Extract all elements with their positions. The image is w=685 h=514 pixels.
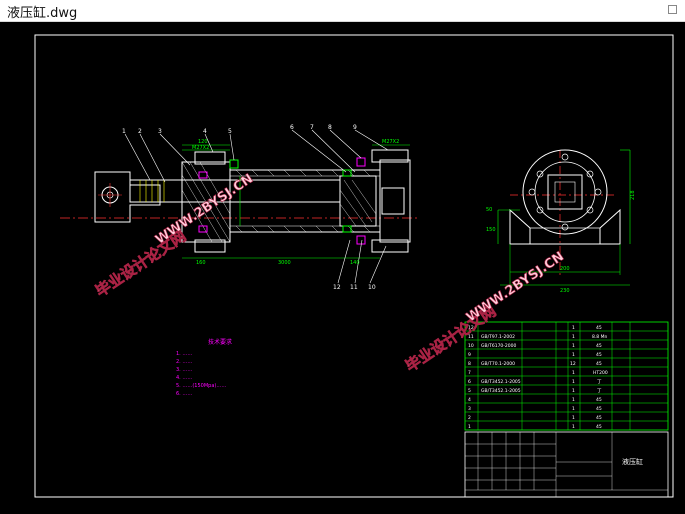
part-label-12: 12 <box>333 284 341 291</box>
part-label-8: 8 <box>328 124 332 131</box>
bom-no: 2 <box>468 415 471 421</box>
bom-material: 丁 <box>597 379 602 385</box>
window-titlebar: 液压缸.dwg <box>0 0 685 22</box>
bom-qty: 1 <box>572 343 575 349</box>
part-label-5: 5 <box>228 128 232 135</box>
bom-qty: 1 <box>572 334 575 340</box>
bom-no: 10 <box>468 343 474 349</box>
bom-no: 7 <box>468 370 471 376</box>
bom-qty: 1 <box>572 379 575 385</box>
bom-material: 45 <box>596 406 602 412</box>
bom-material: 45 <box>596 361 602 367</box>
part-label-4: 4 <box>203 128 207 135</box>
dim-right-view-w1: 200 <box>560 266 570 272</box>
bom-qty: 1 <box>572 415 575 421</box>
bom-code: GB/T6170-2000 <box>481 343 517 349</box>
dim-right-view-w2: 230 <box>560 288 570 294</box>
bom-no: 5 <box>468 388 471 394</box>
bom-qty: 1 <box>572 397 575 403</box>
bom-code: GB/T70.1-2000 <box>481 361 515 367</box>
note-line-3: 3. …… <box>176 367 192 373</box>
bom-code: GB/T97.1-2002 <box>481 334 515 340</box>
bom-qty: 1 <box>572 325 575 331</box>
bom-no: 8 <box>468 361 471 367</box>
bom-material: 45 <box>596 352 602 358</box>
maximize-icon[interactable] <box>668 5 677 14</box>
bom-qty: 1 <box>572 370 575 376</box>
part-label-9: 9 <box>353 124 357 131</box>
part-label-3: 3 <box>158 128 162 135</box>
cad-drawing: 1 2 3 4 5 6 7 8 9 10 11 12 120 M27X2 M27… <box>34 34 674 498</box>
bom-material: 丁 <box>597 388 602 394</box>
bom-qty: 1 <box>572 352 575 358</box>
bom-material: 45 <box>596 325 602 331</box>
part-label-11: 11 <box>350 284 358 291</box>
note-line-2: 2. …… <box>176 359 192 365</box>
bom-code: GB/T3452.1-2005 <box>481 388 521 394</box>
watermark-4: WWW.2BYSJ.CN <box>464 249 568 326</box>
window-title: 液压缸.dwg <box>7 6 78 21</box>
part-label-6: 6 <box>290 124 294 131</box>
bom-material: 45 <box>596 343 602 349</box>
dim-right-top: M27X2 <box>382 139 399 145</box>
dim-left-small-a: 50 <box>486 207 492 213</box>
technical-notes: 技术要求 1. …… 2. …… 3. …… 4. …… 5. ……(150Mp… <box>176 338 232 397</box>
part-label-2: 2 <box>138 128 142 135</box>
part-label-10: 10 <box>368 284 376 291</box>
bom-qty: 1 <box>572 406 575 412</box>
dim-bottom-b: 3000 <box>278 260 291 266</box>
bom-cells: 12 1 45 11 GB/T97.1-2002 1 8.8 Mn 10 GB/… <box>468 325 608 430</box>
bom-qty: 1 <box>572 424 575 430</box>
note-line-6: 6. …… <box>176 391 192 397</box>
bom-no: 4 <box>468 397 471 403</box>
watermark-2: WWW.2BYSJ.CN <box>153 171 257 248</box>
bom-no: 9 <box>468 352 471 358</box>
bom-no: 1 <box>468 424 471 430</box>
title-block-name: 液压缸 <box>622 457 643 466</box>
dim-top-b: M27X2 <box>192 145 209 151</box>
main-section-view <box>60 129 420 284</box>
part-label-1: 1 <box>122 128 126 135</box>
bom-qty: 12 <box>570 361 576 367</box>
notes-title: 技术要求 <box>208 338 232 346</box>
bom-no: 3 <box>468 406 471 412</box>
bom-material: 45 <box>596 424 602 430</box>
bom-material: 45 <box>596 415 602 421</box>
bom-material: 45 <box>596 397 602 403</box>
dim-bottom-a: 160 <box>196 260 206 266</box>
bom-material: 8.8 Mn <box>592 334 607 340</box>
dim-left-small-b: 150 <box>486 227 496 233</box>
bom-no: 6 <box>468 379 471 385</box>
watermark-url-1: WWW.2BYSJ.CN <box>153 171 256 247</box>
note-line-1: 1. …… <box>176 351 192 357</box>
bom-qty: 1 <box>572 388 575 394</box>
bom-material: HT200 <box>593 370 608 376</box>
drawing-canvas[interactable]: 1 2 3 4 5 6 7 8 9 10 11 12 120 M27X2 M27… <box>0 22 685 514</box>
dim-right-view-height: 218 <box>630 190 636 200</box>
note-line-5: 5. ……(150Mpa)…… <box>176 383 226 389</box>
dim-bottom-c: 140 <box>350 260 360 266</box>
part-label-7: 7 <box>310 124 314 131</box>
bom-code: GB/T3452.1-2005 <box>481 379 521 385</box>
watermark-url-2: WWW.2BYSJ.CN <box>464 249 567 325</box>
note-line-4: 4. …… <box>176 375 192 381</box>
